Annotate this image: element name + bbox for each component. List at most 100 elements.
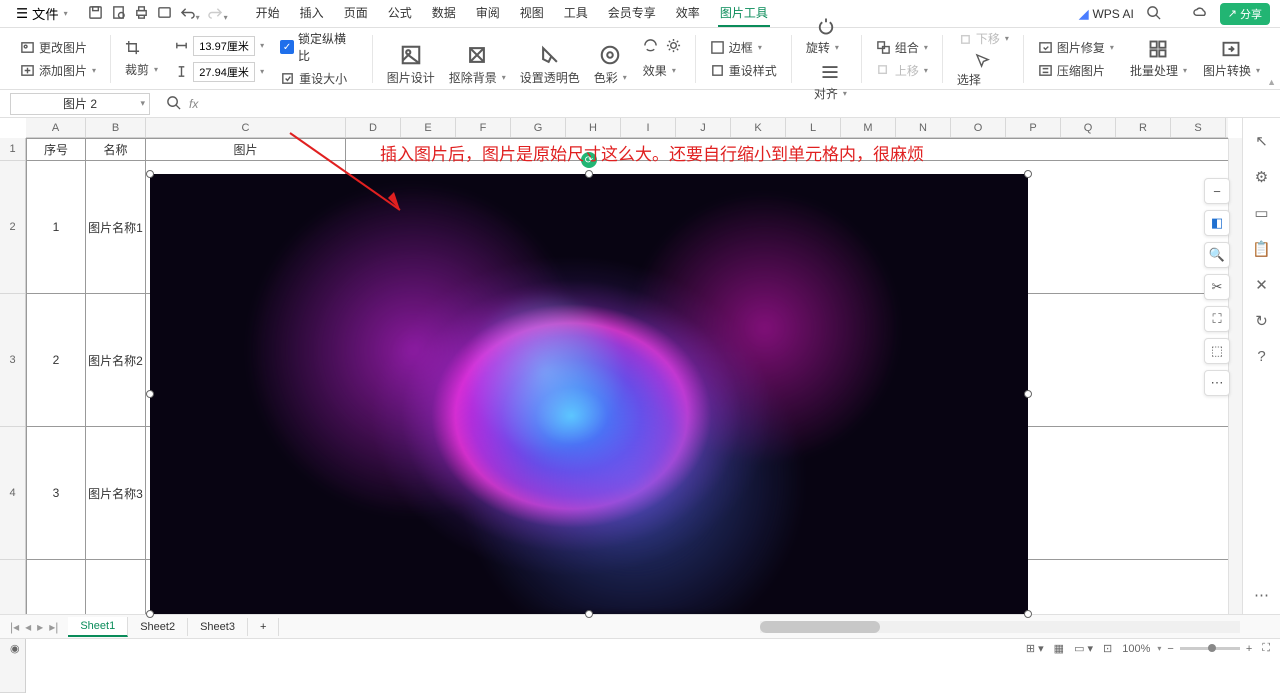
- col-header-M[interactable]: M: [841, 118, 896, 137]
- col-header-F[interactable]: F: [456, 118, 511, 137]
- zoom-out-icon[interactable]: −: [1167, 643, 1173, 655]
- col-header-R[interactable]: R: [1116, 118, 1171, 137]
- col-header-J[interactable]: J: [676, 118, 731, 137]
- float-minus-icon[interactable]: −: [1204, 178, 1230, 204]
- cell[interactable]: 图片名称3: [86, 427, 146, 559]
- tab-formula[interactable]: 公式: [386, 0, 414, 27]
- resize-handle-e[interactable]: [1024, 390, 1032, 398]
- width-input[interactable]: [193, 36, 255, 56]
- col-header-L[interactable]: L: [786, 118, 841, 137]
- color-button[interactable]: 色彩▾: [594, 69, 627, 86]
- tab-member[interactable]: 会员专享: [606, 0, 658, 27]
- resize-handle-w[interactable]: [146, 390, 154, 398]
- side-form-icon[interactable]: ▭: [1254, 204, 1268, 222]
- cell[interactable]: 3: [26, 427, 86, 559]
- row-headers[interactable]: 12345: [0, 138, 26, 693]
- col-header-E[interactable]: E: [401, 118, 456, 137]
- tab-tools[interactable]: 工具: [562, 0, 590, 27]
- col-header-K[interactable]: K: [731, 118, 786, 137]
- move-down-button[interactable]: 下移▾: [957, 30, 1009, 47]
- col-header-D[interactable]: D: [346, 118, 401, 137]
- tab-data[interactable]: 数据: [430, 0, 458, 27]
- sheet-tab-1[interactable]: Sheet1: [68, 617, 128, 637]
- cell[interactable]: [26, 560, 86, 619]
- col-header-N[interactable]: N: [896, 118, 951, 137]
- side-backup-icon[interactable]: ↻: [1255, 312, 1268, 330]
- cell[interactable]: 名称: [86, 139, 146, 160]
- zoom-control[interactable]: 100%▾ − +: [1122, 643, 1252, 655]
- side-select-icon[interactable]: ↖: [1255, 132, 1268, 150]
- view-normal-icon[interactable]: ⊞ ▾: [1026, 642, 1044, 655]
- picture-convert-button[interactable]: 图片转换▾: [1203, 62, 1260, 79]
- side-clipboard-icon[interactable]: 📋: [1252, 240, 1271, 258]
- rotate-button[interactable]: 旋转▾: [806, 39, 847, 56]
- fx-label[interactable]: fx: [189, 97, 198, 111]
- wps-ai-button[interactable]: ◢WPS AI: [1079, 7, 1134, 21]
- inserted-picture[interactable]: ⟳: [150, 174, 1028, 614]
- cell[interactable]: 2: [26, 294, 86, 426]
- float-more-icon[interactable]: ⋯: [1204, 370, 1230, 396]
- align-button[interactable]: 对齐▾: [814, 85, 847, 102]
- height-input[interactable]: [193, 62, 255, 82]
- effect-button[interactable]: 效果▾: [643, 62, 681, 79]
- resize-handle-s[interactable]: [585, 610, 593, 618]
- set-transparent-button[interactable]: 设置透明色: [520, 69, 580, 86]
- resize-handle-nw[interactable]: [146, 170, 154, 178]
- cell[interactable]: 序号: [26, 139, 86, 160]
- float-extract-icon[interactable]: ⬚: [1204, 338, 1230, 364]
- tab-page[interactable]: 页面: [342, 0, 370, 27]
- view-page-icon[interactable]: ▦: [1054, 642, 1064, 655]
- undo-icon[interactable]: ▾: [180, 5, 200, 23]
- reset-style-button[interactable]: 重设样式: [710, 62, 777, 79]
- sheet-tab-2[interactable]: Sheet2: [128, 618, 188, 636]
- sheet-tab-3[interactable]: Sheet3: [188, 618, 248, 636]
- cloud-icon[interactable]: [1193, 5, 1208, 23]
- col-header-C[interactable]: C: [146, 118, 346, 137]
- col-header-H[interactable]: H: [566, 118, 621, 137]
- float-fit-icon[interactable]: ⛶: [1204, 306, 1230, 332]
- crop-label[interactable]: 裁剪▾: [125, 61, 158, 78]
- cell[interactable]: 图片名称2: [86, 294, 146, 426]
- add-picture-button[interactable]: 添加图片▾: [20, 62, 96, 79]
- column-headers[interactable]: ABCDEFGHIJKLMNOPQRS: [26, 118, 1228, 138]
- row-header-4[interactable]: 4: [0, 427, 25, 560]
- reset-size-button[interactable]: 重设大小: [280, 70, 358, 87]
- formula-input[interactable]: [206, 96, 1280, 111]
- print-icon[interactable]: [134, 5, 149, 23]
- view-reading-icon[interactable]: ▭ ▾: [1074, 642, 1093, 655]
- tab-view[interactable]: 视图: [518, 0, 546, 27]
- horizontal-scrollbar[interactable]: [760, 621, 1240, 633]
- col-header-P[interactable]: P: [1006, 118, 1061, 137]
- zoom-in-icon[interactable]: +: [1246, 643, 1252, 655]
- file-menu-button[interactable]: ☰ 文件 ▾: [10, 2, 74, 25]
- fullscreen-toggle-icon[interactable]: ⛶: [1262, 642, 1270, 655]
- move-up-button[interactable]: 上移▾: [876, 62, 928, 79]
- side-settings-icon[interactable]: ⚙: [1255, 168, 1268, 186]
- batch-button[interactable]: 批量处理▾: [1130, 62, 1187, 79]
- select-button[interactable]: 选择: [957, 71, 1009, 88]
- picture-repair-button[interactable]: 图片修复▾: [1038, 39, 1114, 56]
- row-header-3[interactable]: 3: [0, 294, 25, 427]
- row-header-1[interactable]: 1: [0, 138, 25, 161]
- remove-bg-button[interactable]: 抠除背景▾: [449, 69, 506, 86]
- side-more-icon[interactable]: ⋯: [1254, 586, 1269, 604]
- col-header-A[interactable]: A: [26, 118, 86, 137]
- change-picture-button[interactable]: 更改图片: [20, 39, 96, 56]
- tab-review[interactable]: 审阅: [474, 0, 502, 27]
- crop-button[interactable]: [125, 40, 158, 55]
- col-header-I[interactable]: I: [621, 118, 676, 137]
- resize-handle-ne[interactable]: [1024, 170, 1032, 178]
- sheet-nav-first-icon[interactable]: |◂: [10, 620, 19, 634]
- col-header-O[interactable]: O: [951, 118, 1006, 137]
- resize-handle-n[interactable]: [585, 170, 593, 178]
- tab-start[interactable]: 开始: [254, 0, 282, 27]
- col-header-B[interactable]: B: [86, 118, 146, 137]
- sheet-nav-last-icon[interactable]: ▸|: [49, 620, 58, 634]
- sun-icon[interactable]: [666, 38, 681, 56]
- redo-icon[interactable]: ▾: [208, 5, 228, 23]
- record-macro-icon[interactable]: ◉: [10, 642, 20, 655]
- float-chart-icon[interactable]: ◧: [1204, 210, 1230, 236]
- float-crop-icon[interactable]: ✂: [1204, 274, 1230, 300]
- float-zoom-icon[interactable]: 🔍: [1204, 242, 1230, 268]
- search-icon[interactable]: [1146, 5, 1161, 23]
